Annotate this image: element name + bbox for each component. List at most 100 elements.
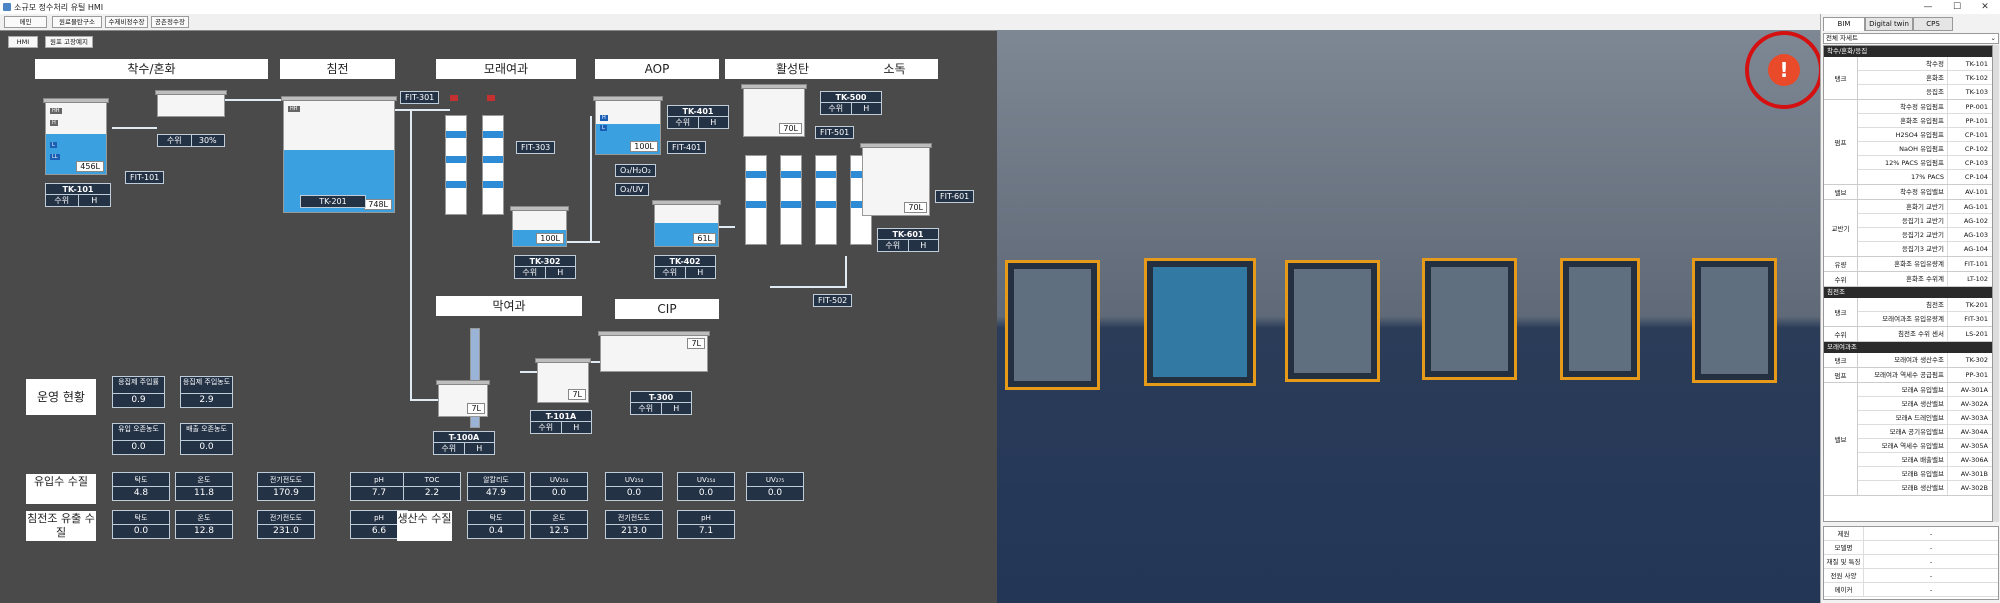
skid-body (1014, 269, 1091, 381)
asset-item[interactable]: 모래A 생산밸브 AV-302A (1858, 397, 1992, 411)
close-button[interactable]: ✕ (1971, 0, 1999, 14)
asset-item[interactable]: 착수정 TK-101 (1858, 57, 1992, 71)
asset-item[interactable]: 착수정 유입펌프 PP-001 (1858, 100, 1992, 114)
menu-main[interactable]: 메인 (4, 16, 47, 28)
tag-tk401[interactable]: TK-401 수위 H (667, 105, 729, 129)
tab-fault-prediction[interactable]: 원포 고장예지 (45, 36, 93, 48)
asset-item[interactable]: H2SO4 유입펌프 CP-101 (1858, 128, 1992, 142)
valve[interactable] (450, 95, 458, 101)
asset-name: 모래A 배출밸브 (1858, 453, 1948, 466)
tag-o3-h2o2[interactable]: O₃/H₂O₂ (615, 164, 656, 177)
tag-t300[interactable]: T-300 수위 H (630, 391, 692, 415)
asset-code: TK-201 (1965, 301, 1988, 309)
filter-band (816, 171, 836, 178)
tag-tk302[interactable]: TK-302 수위 H (514, 255, 576, 279)
asset-item[interactable]: 침전조 TK-201 (1858, 298, 1992, 312)
asset-category-label: 수위 (1824, 272, 1858, 286)
tag-t100a[interactable]: T-100A 수위 H (433, 431, 495, 455)
asset-code: TK-302 (1965, 356, 1988, 364)
tag-fit401[interactable]: FIT-401 (667, 141, 707, 154)
alert-indicator[interactable]: ! (1745, 31, 1823, 109)
asset-code: AG-102 (1963, 217, 1988, 225)
tag-tk201[interactable]: TK-201 (300, 195, 366, 208)
property-row: 모델명 - (1824, 541, 1998, 555)
property-key: 전원 사양 (1824, 569, 1864, 582)
asset-item[interactable]: 침전조 수위 센서 LS-201 (1858, 327, 1992, 341)
tag-fit303[interactable]: FIT-303 (516, 141, 556, 154)
asset-name: 모래여과 생산수조 (1858, 353, 1948, 367)
asset-filter-select[interactable]: 전체 자세트 ⌄ (1823, 33, 1999, 44)
quality-value: 7.7 (371, 488, 387, 498)
asset-item[interactable]: 응집기3 교반기 AG-104 (1858, 242, 1992, 256)
level-value: H (673, 404, 680, 413)
skid-disinfection[interactable] (1692, 258, 1777, 383)
asset-item[interactable]: 모래B 생산밸브 AV-302B (1858, 481, 1992, 495)
level-label: 수위 (434, 443, 465, 454)
asset-code: AV-304A (1960, 428, 1988, 436)
tag-fit502[interactable]: FIT-502 (813, 294, 853, 307)
asset-item[interactable]: 혼화기 교반기 AG-101 (1858, 200, 1992, 214)
asset-item[interactable]: 모래A 역세수 유입밸브 AV-305A (1858, 439, 1992, 453)
asset-item[interactable]: 혼화조 유입펌프 PP-101 (1858, 114, 1992, 128)
quality-value: 0.0 (767, 488, 783, 498)
skid-intake[interactable] (1005, 260, 1100, 390)
tag-tk402[interactable]: TK-402 수위 H (654, 255, 716, 279)
asset-item[interactable]: 모래여과 역세수 공급펌프 PP-301 (1858, 368, 1992, 382)
asset-item[interactable]: 모래A 드레인밸브 AV-303A (1858, 411, 1992, 425)
window-title: 소규모 정수처리 유틸 HMI (14, 3, 104, 12)
skid-sand-filter[interactable] (1285, 260, 1380, 382)
menu-site-1[interactable]: 원료물탄구소 (52, 16, 102, 28)
tag-mix[interactable]: 수위 30% (157, 134, 225, 147)
tag-t101a[interactable]: T-101A 수위 H (530, 410, 592, 434)
menu-site-2[interactable]: 수제비정수장 (105, 16, 148, 28)
tag-fit501[interactable]: FIT-501 (815, 126, 855, 139)
asset-item[interactable]: 모래여과 생산수조 TK-302 (1858, 353, 1992, 367)
asset-list-scrollbar[interactable] (1993, 45, 1999, 522)
skid-carbon[interactable] (1560, 258, 1640, 380)
asset-category: 탱크 침전조 TK-201 모래여과조 유입유량계 FIT-301 (1824, 298, 1992, 327)
tag-name: TK-302 (515, 256, 575, 267)
inflow-uv-4: UV₂₇₅ 0.0 (746, 472, 804, 501)
tab-bim[interactable]: BIM (1823, 17, 1865, 31)
asset-name: 모래B 유입밸브 (1858, 467, 1948, 480)
3d-viewport[interactable] (997, 30, 1820, 603)
asset-name: 응집기1 교반기 (1858, 214, 1948, 227)
tag-fit101[interactable]: FIT-101 (125, 171, 165, 184)
tag-fit301[interactable]: FIT-301 (400, 91, 440, 104)
asset-group-header: 모래여과조 (1824, 342, 1992, 353)
quality-value: 47.9 (485, 488, 507, 498)
tag-tk101[interactable]: TK-101 수위 H (45, 183, 111, 207)
tag-fit601[interactable]: FIT-601 (935, 190, 975, 203)
asset-item[interactable]: 착수정 유입밸브 AV-101 (1858, 185, 1992, 199)
asset-code: AV-302B (1960, 484, 1988, 492)
asset-name: 모래B 생산밸브 (1858, 481, 1948, 495)
tag-tk601[interactable]: TK-601 수위 H (877, 228, 939, 252)
asset-item[interactable]: 응집기1 교반기 AG-102 (1858, 214, 1992, 228)
minimize-button[interactable]: — (1914, 0, 1942, 14)
asset-item[interactable]: 모래A 배출밸브 AV-306A (1858, 453, 1992, 467)
asset-list[interactable]: 착수/혼화/응집 탱크 착수정 TK-101 혼화조 TK-102 응집조 TK-103 펌프 착… (1823, 45, 1993, 522)
asset-item[interactable]: 모래B 유입밸브 AV-301B (1858, 467, 1992, 481)
asset-item[interactable]: 혼화조 TK-102 (1858, 71, 1992, 85)
menu-site-3[interactable]: 공촌정수장 (151, 16, 189, 28)
asset-item[interactable]: 모래여과조 유입유량계 FIT-301 (1858, 312, 1992, 326)
asset-item[interactable]: 혼화조 수위계 LT-102 (1858, 272, 1992, 286)
tab-digital-twin[interactable]: Digital twin (1865, 17, 1913, 31)
tag-o3-uv[interactable]: O₃/UV (615, 183, 649, 196)
asset-item[interactable]: 12% PACS 유입펌프 CP-103 (1858, 156, 1992, 170)
asset-item[interactable]: 응집기2 교반기 AG-103 (1858, 228, 1992, 242)
filter-band (816, 201, 836, 208)
asset-item[interactable]: 모래A 유입밸브 AV-301A (1858, 383, 1992, 397)
asset-item[interactable]: 응집조 TK-103 (1858, 85, 1992, 99)
asset-item[interactable]: 혼화조 유입유량계 FIT-101 (1858, 257, 1992, 271)
skid-sedimentation[interactable] (1144, 258, 1256, 386)
asset-item[interactable]: 모래A 공기유입밸브 AV-304A (1858, 425, 1992, 439)
maximize-button[interactable]: ☐ (1943, 0, 1971, 14)
asset-item[interactable]: NaOH 유입펌프 CP-102 (1858, 142, 1992, 156)
tag-tk500[interactable]: TK-500 수위 H (820, 91, 882, 115)
valve[interactable] (487, 95, 495, 101)
tab-hmi[interactable]: HMI (8, 36, 38, 48)
tab-cps[interactable]: CPS (1913, 17, 1953, 31)
asset-item[interactable]: 17% PACS CP-104 (1858, 170, 1992, 184)
skid-aop[interactable] (1422, 258, 1517, 380)
